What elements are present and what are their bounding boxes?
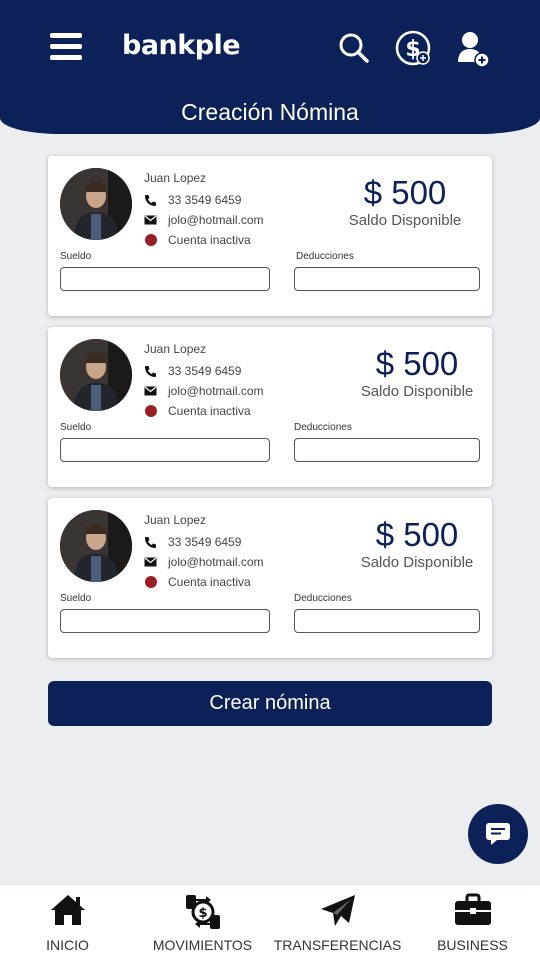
nav-inicio[interactable]: INICIO	[0, 885, 135, 960]
avatar	[60, 510, 132, 582]
employee-phone: 33 3549 6459	[168, 364, 242, 378]
logo: bankple	[122, 30, 241, 61]
sueldo-label: Sueldo	[60, 422, 92, 433]
money-exchange-icon: $	[135, 893, 270, 931]
user-add-icon[interactable]	[456, 30, 492, 73]
deducciones-input[interactable]	[294, 267, 480, 291]
sueldo-input[interactable]	[60, 609, 270, 633]
deducciones-label: Deducciones	[294, 593, 352, 604]
employee-phone: 33 3549 6459	[168, 535, 242, 549]
saldo-label: Saldo Disponible	[348, 212, 462, 229]
nav-transferencias[interactable]: TRANSFERENCIAS	[270, 885, 405, 960]
nav-transferencias-label: TRANSFERENCIAS	[273, 937, 402, 953]
employee-phone: 33 3549 6459	[168, 193, 242, 207]
saldo-amount: $ 500	[363, 174, 447, 211]
saldo-label: Saldo Disponible	[360, 554, 474, 571]
bottom-nav: INICIO $ MOVIMIENTOS TRANSFERENCIAS BUSI…	[0, 885, 540, 960]
sueldo-input[interactable]	[60, 438, 270, 462]
briefcase-icon	[405, 893, 540, 931]
crear-nomina-button[interactable]: Crear nómina	[48, 681, 492, 726]
status-dot	[145, 234, 157, 246]
deducciones-input[interactable]	[294, 438, 480, 462]
svg-text:$: $	[198, 906, 207, 921]
avatar	[60, 168, 132, 240]
employee-email: jolo@hotmail.com	[168, 384, 264, 398]
mail-icon	[144, 215, 168, 225]
nav-business[interactable]: BUSINESS	[405, 885, 540, 960]
nav-business-label: BUSINESS	[437, 937, 508, 953]
mail-icon	[144, 386, 168, 396]
sueldo-input[interactable]	[60, 267, 270, 291]
page-title: Creación Nómina	[181, 99, 359, 125]
employee-name: Juan Lopez	[144, 513, 207, 527]
employee-name: Juan Lopez	[144, 171, 207, 185]
avatar	[60, 339, 132, 411]
sueldo-label: Sueldo	[60, 251, 92, 262]
dollar-add-icon[interactable]: $	[395, 30, 433, 73]
deducciones-input[interactable]	[294, 609, 480, 633]
employee-email: jolo@hotmail.com	[168, 555, 264, 569]
saldo-label: Saldo Disponible	[360, 383, 474, 400]
nav-inicio-label: INICIO	[46, 937, 89, 953]
status-dot	[145, 576, 157, 588]
deducciones-label: Deducciones	[296, 251, 354, 262]
phone-icon	[144, 365, 168, 378]
employee-email: jolo@hotmail.com	[168, 213, 264, 227]
employee-card: Juan Lopez 33 3549 6459 jolo@hotmail.com…	[48, 327, 492, 487]
employee-card: Juan Lopez 33 3549 6459 jolo@hotmail.com…	[48, 498, 492, 658]
header: bankple $ Creación Nómina	[0, 0, 540, 134]
menu-icon[interactable]	[50, 33, 82, 61]
mail-icon	[144, 557, 168, 567]
employee-name: Juan Lopez	[144, 342, 207, 356]
status-text: Cuenta inactiva	[168, 404, 251, 418]
saldo-amount: $ 500	[375, 516, 459, 553]
deducciones-label: Deducciones	[294, 422, 352, 433]
status-dot	[145, 405, 157, 417]
phone-icon	[144, 194, 168, 207]
search-icon[interactable]	[338, 30, 370, 71]
phone-icon	[144, 536, 168, 549]
sueldo-label: Sueldo	[60, 593, 92, 604]
status-text: Cuenta inactiva	[168, 575, 251, 589]
nav-movimientos[interactable]: $ MOVIMIENTOS	[135, 885, 270, 960]
saldo-amount: $ 500	[375, 345, 459, 382]
employee-card: Juan Lopez 33 3549 6459 jolo@hotmail.com…	[48, 156, 492, 316]
home-icon	[0, 893, 135, 931]
nav-movimientos-label: MOVIMIENTOS	[152, 937, 253, 953]
paper-plane-icon	[270, 893, 405, 931]
chat-icon[interactable]	[468, 804, 528, 864]
status-text: Cuenta inactiva	[168, 233, 251, 247]
